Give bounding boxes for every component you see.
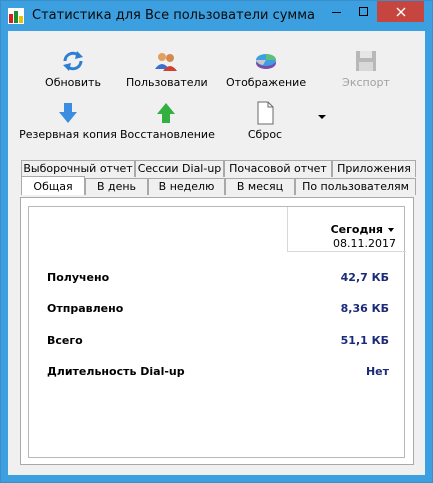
tab-custom-report[interactable]: Выборочный отчет: [21, 160, 135, 177]
tabs-row-bottom: Общая В день В неделю В месяц По пользов…: [21, 176, 416, 195]
dialup-duration-value: Нет: [365, 365, 389, 378]
tab-by-users[interactable]: По пользователям: [295, 178, 416, 195]
pie-chart-icon: [256, 54, 276, 69]
sent-value: 8,36 КБ: [340, 302, 389, 315]
backup-label: Резервная копия: [19, 128, 117, 141]
down-arrow-icon: [59, 103, 77, 123]
restore-label: Восстановление: [120, 128, 215, 141]
tabs-row-top: Выборочный отчет Сессии Dial-up Почасово…: [21, 160, 416, 177]
users-icon: [155, 53, 177, 71]
tab-dialup-sessions[interactable]: Сессии Dial-up: [135, 160, 224, 177]
display-label: Отображение: [226, 76, 307, 89]
title-bar[interactable]: Статистика для Все пользователи сумма: [1, 1, 432, 31]
total-label: Всего: [47, 334, 83, 347]
app-window: Статистика для Все пользователи сумма Об…: [0, 0, 433, 483]
window-title: Статистика для Все пользователи сумма: [32, 8, 316, 23]
column-title: Сегодня: [331, 223, 394, 236]
refresh-arrows-icon: [63, 51, 83, 71]
sort-arrow-icon: [388, 228, 394, 232]
tab-panel: Сегодня 08.11.2017 Получено 42,7 КБ Отпр…: [20, 197, 414, 465]
received-value: 42,7 КБ: [340, 271, 389, 284]
users-button[interactable]: Пользователи: [126, 49, 208, 89]
display-button[interactable]: Отображение: [226, 49, 306, 89]
floppy-disk-icon: [356, 51, 376, 71]
minimize-icon: [331, 11, 341, 13]
users-label: Пользователи: [126, 76, 208, 89]
reset-label: Сброс: [247, 128, 283, 141]
backup-button[interactable]: Резервная копия: [18, 101, 118, 141]
close-button[interactable]: [377, 1, 424, 22]
up-arrow-icon: [157, 103, 175, 123]
maximize-icon: [358, 6, 368, 16]
tab-hourly-report[interactable]: Почасовой отчет: [224, 160, 332, 177]
dialup-duration-label: Длительность Dial-up: [47, 365, 185, 378]
export-button[interactable]: Экспорт: [336, 49, 396, 89]
tab-per-week[interactable]: В неделю: [148, 178, 225, 195]
tab-per-month[interactable]: В месяц: [225, 178, 295, 195]
client-area: Обновить Пользователи Отображение Экспор…: [8, 31, 425, 475]
tab-general[interactable]: Общая: [21, 176, 85, 195]
maximize-button[interactable]: [350, 1, 377, 22]
refresh-button[interactable]: Обновить: [42, 49, 104, 89]
export-label: Экспорт: [342, 76, 390, 89]
column-date: 08.11.2017: [333, 237, 396, 250]
document-icon: [257, 101, 274, 125]
sent-label: Отправлено: [47, 302, 124, 315]
refresh-label: Обновить: [45, 76, 101, 89]
minimize-button[interactable]: [323, 1, 350, 22]
close-icon: [396, 7, 405, 16]
tab-applications[interactable]: Приложения: [332, 160, 416, 177]
received-label: Получено: [47, 271, 110, 284]
statistics-bar-icon: [8, 8, 24, 24]
column-header-today[interactable]: Сегодня 08.11.2017: [287, 207, 406, 252]
tab-per-day[interactable]: В день: [85, 178, 148, 195]
stats-table: Сегодня 08.11.2017 Получено 42,7 КБ Отпр…: [28, 206, 406, 458]
total-value: 51,1 КБ: [340, 334, 389, 347]
reset-button[interactable]: Сброс: [240, 101, 290, 141]
column-title-text: Сегодня: [330, 223, 383, 236]
reset-dropdown-icon[interactable]: [318, 115, 326, 119]
restore-button[interactable]: Восстановление: [120, 101, 215, 141]
